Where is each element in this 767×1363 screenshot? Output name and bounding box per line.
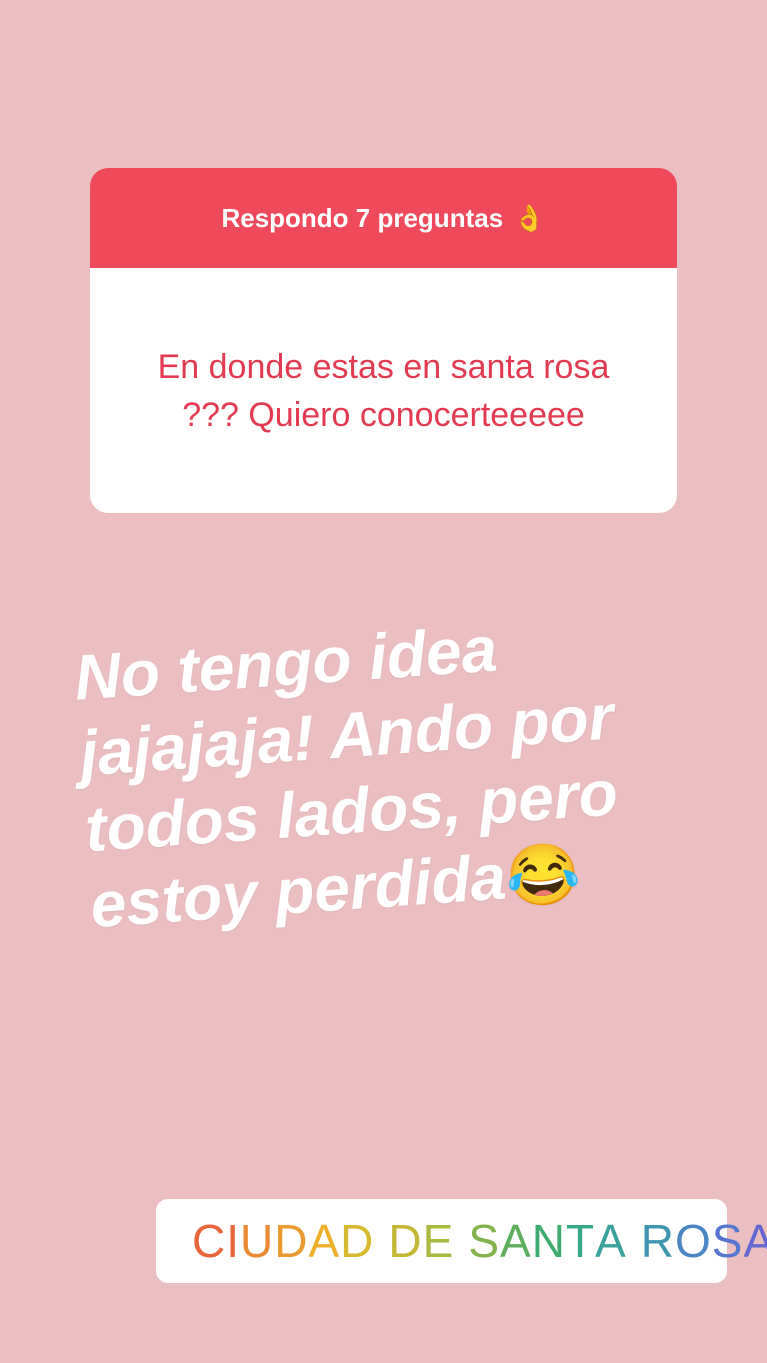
location-sticker[interactable]: CIUDAD DE SANTA ROSA [156, 1199, 767, 1283]
location-label-letter: C [192, 1215, 227, 1267]
location-label-letter: D [340, 1215, 375, 1267]
question-text: En donde estas en santa rosa ??? Quiero … [157, 347, 610, 434]
laughing-emoji: 😂 [503, 839, 583, 912]
location-label-letter: S [468, 1215, 501, 1267]
location-label-letter: D [388, 1215, 423, 1267]
answer-caption: No tengo idea jajajaja! Ando por todos l… [72, 595, 732, 945]
question-body: En donde estas en santa rosa ??? Quiero … [90, 268, 677, 513]
location-label-letter [454, 1214, 468, 1268]
location-label-letter: N [531, 1215, 566, 1267]
location-label-letter: U [240, 1215, 275, 1267]
location-label-letter: I [226, 1215, 241, 1267]
location-label-letter: A [308, 1215, 341, 1267]
location-label-letter: R [640, 1215, 675, 1267]
location-label-letter [627, 1214, 641, 1268]
location-label-letter: S [711, 1215, 744, 1267]
location-label-letter: A [743, 1215, 767, 1267]
location-label-letter: E [422, 1215, 455, 1267]
question-header: Respondo 7 preguntas 👌 [90, 168, 677, 268]
location-label-letter: A [595, 1215, 627, 1267]
location-label-letter [374, 1214, 388, 1268]
location-label-letter: T [565, 1215, 596, 1267]
question-sticker: Respondo 7 preguntas 👌 En donde estas en… [90, 168, 677, 513]
ok-hand-emoji: 👌 [513, 202, 546, 233]
question-header-text: Respondo 7 preguntas [221, 202, 504, 233]
location-label-letter: O [674, 1215, 712, 1267]
location-label-letter: D [274, 1215, 309, 1267]
location-label-letter: A [500, 1215, 532, 1267]
location-label: CIUDAD DE SANTA ROSA [192, 1214, 767, 1268]
